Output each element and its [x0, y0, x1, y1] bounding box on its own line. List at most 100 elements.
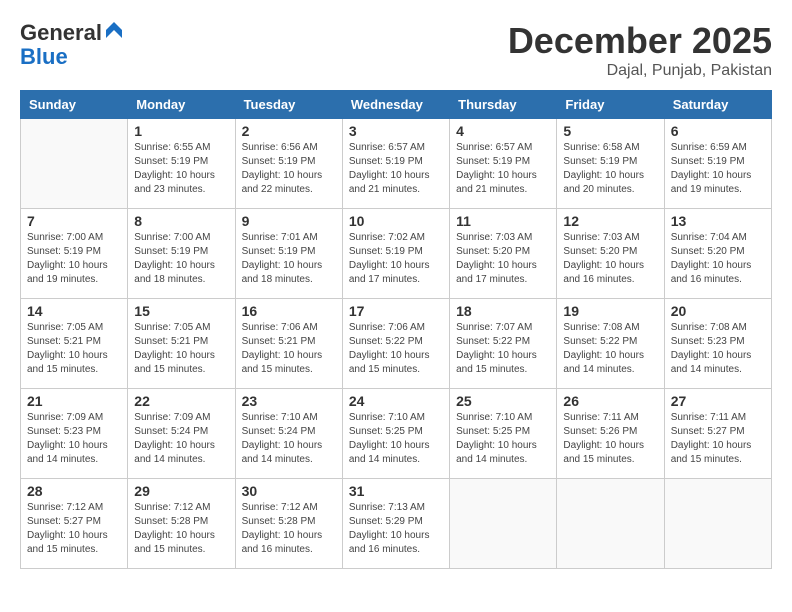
calendar: Sunday Monday Tuesday Wednesday Thursday… [20, 90, 772, 569]
day-number: 13 [671, 213, 765, 229]
day-number: 29 [134, 483, 228, 499]
header-friday: Friday [557, 91, 664, 119]
day-info: Sunrise: 6:56 AMSunset: 5:19 PMDaylight:… [242, 141, 336, 197]
day-number: 12 [563, 213, 657, 229]
week-row-1: 1 Sunrise: 6:55 AMSunset: 5:19 PMDaylight… [21, 119, 772, 209]
day-number: 20 [671, 303, 765, 319]
table-cell: 24 Sunrise: 7:10 AMSunset: 5:25 PMDayligh… [342, 389, 449, 479]
table-cell: 8 Sunrise: 7:00 AMSunset: 5:19 PMDaylight… [128, 209, 235, 299]
day-info: Sunrise: 7:02 AMSunset: 5:19 PMDaylight:… [349, 231, 443, 287]
day-info: Sunrise: 7:00 AMSunset: 5:19 PMDaylight:… [134, 231, 228, 287]
day-number: 7 [27, 213, 121, 229]
day-number: 17 [349, 303, 443, 319]
weekday-header-row: Sunday Monday Tuesday Wednesday Thursday… [21, 91, 772, 119]
day-number: 4 [456, 123, 550, 139]
day-info: Sunrise: 7:09 AMSunset: 5:23 PMDaylight:… [27, 411, 121, 467]
table-cell: 21 Sunrise: 7:09 AMSunset: 5:23 PMDayligh… [21, 389, 128, 479]
table-cell: 15 Sunrise: 7:05 AMSunset: 5:21 PMDayligh… [128, 299, 235, 389]
table-cell [664, 479, 771, 569]
day-info: Sunrise: 7:09 AMSunset: 5:24 PMDaylight:… [134, 411, 228, 467]
day-info: Sunrise: 6:57 AMSunset: 5:19 PMDaylight:… [349, 141, 443, 197]
table-cell: 18 Sunrise: 7:07 AMSunset: 5:22 PMDayligh… [450, 299, 557, 389]
table-cell: 28Sunrise: 7:12 AMSunset: 5:27 PMDayligh… [21, 479, 128, 569]
table-cell [450, 479, 557, 569]
day-number: 6 [671, 123, 765, 139]
day-info: Sunrise: 7:06 AMSunset: 5:21 PMDaylight:… [242, 321, 336, 377]
day-info: Sunrise: 6:57 AMSunset: 5:19 PMDaylight:… [456, 141, 550, 197]
table-cell: 25 Sunrise: 7:10 AMSunset: 5:25 PMDayligh… [450, 389, 557, 479]
day-number: 1 [134, 123, 228, 139]
day-number: 31 [349, 483, 443, 499]
table-cell: 9Sunrise: 7:01 AMSunset: 5:19 PMDaylight… [235, 209, 342, 299]
day-number: 15 [134, 303, 228, 319]
day-info: Sunrise: 7:04 AMSunset: 5:20 PMDaylight:… [671, 231, 765, 287]
header-sunday: Sunday [21, 91, 128, 119]
day-info: Sunrise: 7:13 AMSunset: 5:29 PMDaylight:… [349, 501, 443, 557]
day-info: Sunrise: 7:05 AMSunset: 5:21 PMDaylight:… [134, 321, 228, 377]
day-info: Sunrise: 7:11 AMSunset: 5:26 PMDaylight:… [563, 411, 657, 467]
table-cell: 2 Sunrise: 6:56 AMSunset: 5:19 PMDaylight… [235, 119, 342, 209]
day-number: 28 [27, 483, 121, 499]
table-cell: 5Sunrise: 6:58 AMSunset: 5:19 PMDaylight… [557, 119, 664, 209]
week-row-2: 7 Sunrise: 7:00 AMSunset: 5:19 PMDaylight… [21, 209, 772, 299]
day-info: Sunrise: 6:55 AMSunset: 5:19 PMDaylight:… [134, 141, 228, 197]
day-info: Sunrise: 7:08 AMSunset: 5:23 PMDaylight:… [671, 321, 765, 377]
day-info: Sunrise: 7:05 AMSunset: 5:21 PMDaylight:… [27, 321, 121, 377]
week-row-4: 21 Sunrise: 7:09 AMSunset: 5:23 PMDayligh… [21, 389, 772, 479]
table-cell: 11 Sunrise: 7:03 AMSunset: 5:20 PMDayligh… [450, 209, 557, 299]
logo: General Blue [20, 20, 124, 69]
table-cell: 27Sunrise: 7:11 AMSunset: 5:27 PMDayligh… [664, 389, 771, 479]
week-row-5: 28Sunrise: 7:12 AMSunset: 5:27 PMDayligh… [21, 479, 772, 569]
table-cell: 13 Sunrise: 7:04 AMSunset: 5:20 PMDayligh… [664, 209, 771, 299]
table-cell: 12 Sunrise: 7:03 AMSunset: 5:20 PMDayligh… [557, 209, 664, 299]
day-info: Sunrise: 7:07 AMSunset: 5:22 PMDaylight:… [456, 321, 550, 377]
day-info: Sunrise: 6:59 AMSunset: 5:19 PMDaylight:… [671, 141, 765, 197]
table-cell: 31 Sunrise: 7:13 AMSunset: 5:29 PMDayligh… [342, 479, 449, 569]
table-cell: 26Sunrise: 7:11 AMSunset: 5:26 PMDayligh… [557, 389, 664, 479]
day-number: 18 [456, 303, 550, 319]
table-cell: 14 Sunrise: 7:05 AMSunset: 5:21 PMDayligh… [21, 299, 128, 389]
day-number: 16 [242, 303, 336, 319]
day-info: Sunrise: 7:10 AMSunset: 5:25 PMDaylight:… [456, 411, 550, 467]
table-cell [557, 479, 664, 569]
day-number: 2 [242, 123, 336, 139]
title-area: December 2025 Dajal, Punjab, Pakistan [508, 20, 772, 80]
day-number: 8 [134, 213, 228, 229]
day-number: 24 [349, 393, 443, 409]
day-info: Sunrise: 7:06 AMSunset: 5:22 PMDaylight:… [349, 321, 443, 377]
day-number: 23 [242, 393, 336, 409]
day-info: Sunrise: 6:58 AMSunset: 5:19 PMDaylight:… [563, 141, 657, 197]
day-number: 19 [563, 303, 657, 319]
day-info: Sunrise: 7:03 AMSunset: 5:20 PMDaylight:… [456, 231, 550, 287]
day-number: 25 [456, 393, 550, 409]
day-info: Sunrise: 7:12 AMSunset: 5:28 PMDaylight:… [134, 501, 228, 557]
day-number: 11 [456, 213, 550, 229]
location: Dajal, Punjab, Pakistan [508, 62, 772, 80]
header-saturday: Saturday [664, 91, 771, 119]
day-info: Sunrise: 7:03 AMSunset: 5:20 PMDaylight:… [563, 231, 657, 287]
week-row-3: 14 Sunrise: 7:05 AMSunset: 5:21 PMDayligh… [21, 299, 772, 389]
header-thursday: Thursday [450, 91, 557, 119]
day-number: 21 [27, 393, 121, 409]
day-info: Sunrise: 7:10 AMSunset: 5:24 PMDaylight:… [242, 411, 336, 467]
day-number: 10 [349, 213, 443, 229]
month-title: December 2025 [508, 20, 772, 62]
table-cell: 29 Sunrise: 7:12 AMSunset: 5:28 PMDayligh… [128, 479, 235, 569]
day-number: 14 [27, 303, 121, 319]
day-info: Sunrise: 7:08 AMSunset: 5:22 PMDaylight:… [563, 321, 657, 377]
table-cell [21, 119, 128, 209]
header-tuesday: Tuesday [235, 91, 342, 119]
table-cell: 30Sunrise: 7:12 AMSunset: 5:28 PMDayligh… [235, 479, 342, 569]
day-info: Sunrise: 7:01 AMSunset: 5:19 PMDaylight:… [242, 231, 336, 287]
header-monday: Monday [128, 91, 235, 119]
day-info: Sunrise: 7:11 AMSunset: 5:27 PMDaylight:… [671, 411, 765, 467]
table-cell: 7 Sunrise: 7:00 AMSunset: 5:19 PMDaylight… [21, 209, 128, 299]
table-cell: 10 Sunrise: 7:02 AMSunset: 5:19 PMDayligh… [342, 209, 449, 299]
logo-blue: Blue [20, 44, 68, 69]
day-info: Sunrise: 7:12 AMSunset: 5:28 PMDaylight:… [242, 501, 336, 557]
day-info: Sunrise: 7:10 AMSunset: 5:25 PMDaylight:… [349, 411, 443, 467]
table-cell: 19 Sunrise: 7:08 AMSunset: 5:22 PMDayligh… [557, 299, 664, 389]
table-cell: 1 Sunrise: 6:55 AMSunset: 5:19 PMDaylight… [128, 119, 235, 209]
table-cell: 6 Sunrise: 6:59 AMSunset: 5:19 PMDaylight… [664, 119, 771, 209]
day-info: Sunrise: 7:00 AMSunset: 5:19 PMDaylight:… [27, 231, 121, 287]
